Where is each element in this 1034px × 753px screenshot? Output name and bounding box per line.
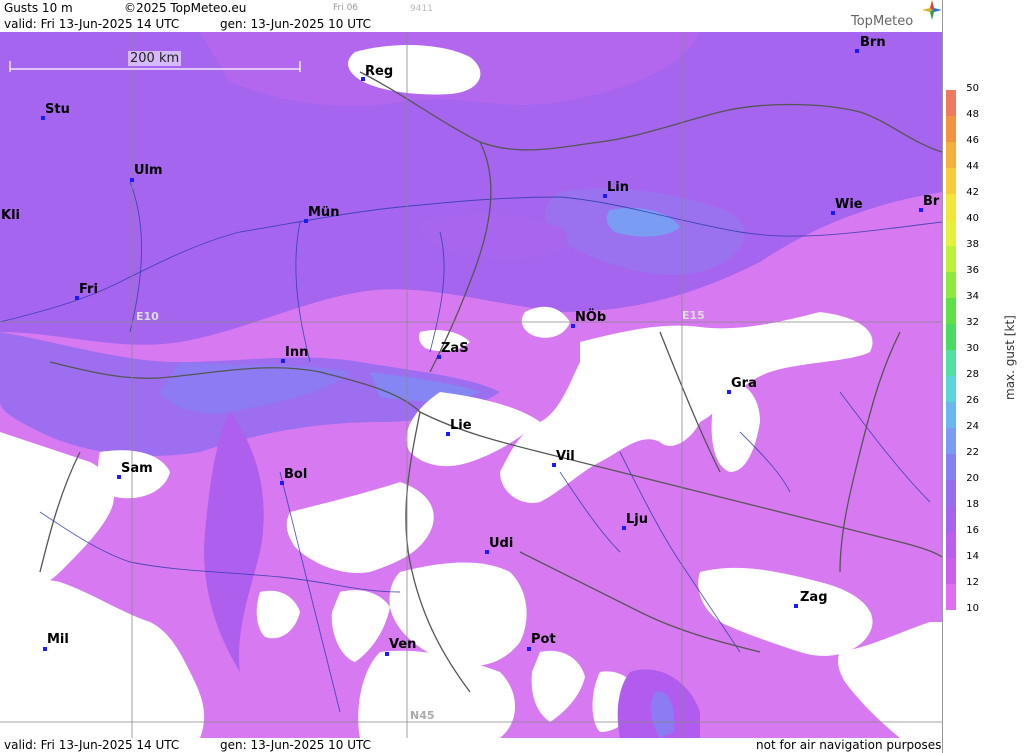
legend-tick-label: 24 xyxy=(966,421,979,432)
legend-tick-label: 20 xyxy=(966,473,979,484)
legend-color-band xyxy=(946,220,956,246)
legend-color-band xyxy=(946,454,956,480)
city-marker xyxy=(130,178,134,182)
city-label-fri: Fri xyxy=(79,282,98,297)
city-label-lie: Lie xyxy=(450,418,472,433)
city-label-br: Br xyxy=(923,194,940,209)
legend-color-band xyxy=(946,402,956,428)
legend-tick-label: 40 xyxy=(966,213,979,224)
city-label-zag: Zag xyxy=(800,590,828,605)
city-label-pot: Pot xyxy=(531,632,556,647)
city-marker xyxy=(385,652,389,656)
legend-tick-label: 10 xyxy=(966,603,979,614)
map-title: Gusts 10 m xyxy=(4,1,73,15)
city-label-kli: Kli xyxy=(1,208,20,223)
city-label-vil: Vil xyxy=(556,449,575,464)
city-marker xyxy=(794,604,798,608)
city-label-mun: Mün xyxy=(308,205,340,220)
city-label-ulm: Ulm xyxy=(134,163,163,178)
legend-tick-label: 44 xyxy=(966,161,979,172)
city-label-wie: Wie xyxy=(835,197,863,212)
scale-bar-label: 200 km xyxy=(128,51,182,66)
legend-tick-label: 48 xyxy=(966,109,979,120)
city-marker xyxy=(855,49,859,53)
legend-color-band xyxy=(946,428,956,454)
grid-label-n45: N45 xyxy=(410,709,435,722)
legend-color-band xyxy=(946,480,956,506)
legend-tick-label: 18 xyxy=(966,499,979,510)
footer-bar: valid: Fri 13-Jun-2025 14 UTC gen: 13-Ju… xyxy=(0,738,942,753)
grid-label-e15: E15 xyxy=(682,309,705,322)
city-label-inn: Inn xyxy=(285,345,309,360)
city-marker xyxy=(43,647,47,651)
city-label-nob: NÖb xyxy=(575,310,607,325)
legend-tick-label: 12 xyxy=(966,577,979,588)
legend-tick-label: 34 xyxy=(966,291,979,302)
city-label-zas: ZaS xyxy=(441,341,469,356)
city-label-reg: Reg xyxy=(365,64,394,79)
legend-tick-label: 26 xyxy=(966,395,979,406)
legend-tick-label: 16 xyxy=(966,525,979,536)
valid-time: valid: Fri 13-Jun-2025 14 UTC xyxy=(4,17,180,31)
legend-color-band xyxy=(946,272,956,298)
footer-disclaimer: not for air navigation purposes xyxy=(756,738,942,752)
topmeteo-logo: TopMeteo xyxy=(851,14,914,29)
grid-label-e10: E10 xyxy=(136,310,159,323)
city-label-sam: Sam xyxy=(121,461,153,476)
copyright: ©2025 TopMeteo.eu xyxy=(124,1,247,15)
map-canvas xyxy=(0,32,942,738)
legend-tick-label: 42 xyxy=(966,187,979,198)
legend-color-band xyxy=(946,350,956,376)
city-label-gra: Gra xyxy=(731,376,757,391)
legend-color-bar xyxy=(946,90,956,610)
legend-color-band xyxy=(946,142,956,168)
city-marker xyxy=(527,647,531,651)
city-label-udi: Udi xyxy=(489,536,514,551)
legend-tick-label: 46 xyxy=(966,135,979,146)
city-label-lju: Lju xyxy=(626,512,648,527)
gust-map[interactable]: 200 km E10 E15 N45 Reg Brn Stu Ulm Lin W… xyxy=(0,32,942,738)
city-label-stu: Stu xyxy=(45,102,70,117)
color-legend: 50 48 46 44 42 40 38 36 34 32 30 28 26 24 22 20 18 16 14 12… xyxy=(942,0,1034,753)
legend-tick-label: 30 xyxy=(966,343,979,354)
legend-tick-label: 36 xyxy=(966,265,979,276)
compass-star-icon xyxy=(922,0,942,20)
legend-color-band xyxy=(946,584,956,610)
legend-title: max. gust [kt] xyxy=(1003,315,1017,400)
legend-color-band xyxy=(946,90,956,116)
legend-color-band xyxy=(946,324,956,350)
city-label-mil: Mil xyxy=(47,632,69,647)
run-tag: Fri 06 xyxy=(333,3,359,13)
city-label-lin: Lin xyxy=(607,180,629,195)
legend-color-band xyxy=(946,298,956,324)
legend-color-band xyxy=(946,194,956,220)
footer-valid-time: valid: Fri 13-Jun-2025 14 UTC xyxy=(4,738,180,752)
legend-color-band xyxy=(946,506,956,532)
city-label-ven: Ven xyxy=(389,637,417,652)
legend-tick-label: 50 xyxy=(966,83,979,94)
legend-color-band xyxy=(946,116,956,142)
generated-time: gen: 13-Jun-2025 10 UTC xyxy=(220,17,372,31)
city-label-brn: Brn xyxy=(860,35,886,50)
legend-color-band xyxy=(946,246,956,272)
legend-tick-label: 14 xyxy=(966,551,979,562)
legend-tick-label: 32 xyxy=(966,317,979,328)
legend-tick-label: 28 xyxy=(966,369,979,380)
header-bar: Gusts 10 m ©2025 TopMeteo.eu Fri 06 9411… xyxy=(0,0,942,32)
legend-color-band xyxy=(946,168,956,194)
model-code: 9411 xyxy=(410,4,433,14)
legend-tick-label: 22 xyxy=(966,447,979,458)
legend-tick-label: 38 xyxy=(966,239,979,250)
legend-color-band xyxy=(946,376,956,402)
legend-color-band xyxy=(946,558,956,584)
city-label-bol: Bol xyxy=(284,467,308,482)
footer-generated-time: gen: 13-Jun-2025 10 UTC xyxy=(220,738,372,752)
legend-color-band xyxy=(946,532,956,558)
